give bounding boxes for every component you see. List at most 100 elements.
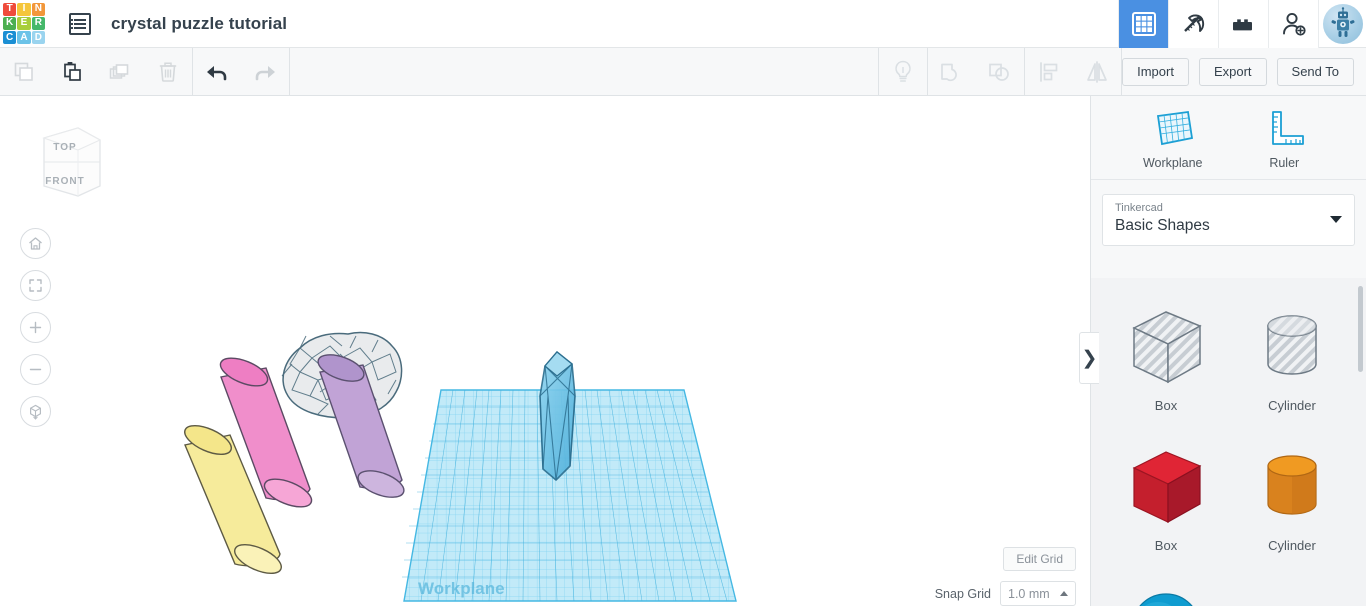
group-button[interactable] <box>928 48 976 96</box>
invite-user-button[interactable] <box>1268 0 1318 48</box>
workplane-label: Workplane <box>418 579 505 598</box>
shape-box-red-label: Box <box>1154 538 1178 553</box>
send-to-button[interactable]: Send To <box>1276 57 1354 86</box>
delete-button[interactable] <box>144 48 192 96</box>
caret-up-icon <box>1060 591 1068 596</box>
cylinder-hole-icon <box>1267 315 1317 375</box>
clipboard-tools <box>0 48 192 96</box>
redo-button[interactable] <box>241 48 289 96</box>
snap-grid-label: Snap Grid <box>934 586 991 601</box>
edit-grid-button[interactable]: Edit Grid <box>1003 547 1076 571</box>
logo-tile-k: K <box>3 16 17 31</box>
shape-box-hole-art <box>1111 296 1221 396</box>
history-tools <box>193 48 289 96</box>
list-icon <box>69 12 91 35</box>
box-hole-icon <box>1132 311 1202 384</box>
logo-tile-e: E <box>17 16 31 31</box>
snap-grid-value: 1.0 mm <box>1008 586 1050 601</box>
viewcube-front-label: FRONT <box>45 176 85 187</box>
design-canvas[interactable]: Workplane TOP FRONT Edit Grid Snap Grid … <box>0 96 1090 606</box>
projection-toggle-button[interactable] <box>20 396 51 427</box>
panel-scrollbar[interactable] <box>1358 286 1363 372</box>
workplane-tool-button[interactable]: Workplane <box>1130 106 1216 170</box>
shape-box-red[interactable]: Box <box>1107 430 1225 570</box>
shape-cylinder-orange-art <box>1237 436 1347 536</box>
ungroup-button[interactable] <box>976 48 1024 96</box>
dashboard-grid-icon <box>1131 11 1156 36</box>
shape-grid: Box Cylinder Box Cylinder <box>1091 278 1366 606</box>
zoom-out-button[interactable] <box>20 354 51 385</box>
export-button[interactable]: Export <box>1198 57 1267 86</box>
robot-avatar-icon <box>1331 6 1354 37</box>
ruler-tool-button[interactable]: Ruler <box>1241 106 1327 170</box>
import-button[interactable]: Import <box>1122 57 1189 86</box>
arrange-tools <box>1025 48 1121 96</box>
snap-grid-select[interactable]: 1.0 mm <box>1000 581 1076 606</box>
shape-scribble-art <box>1237 576 1347 606</box>
logo-tile-i: I <box>17 2 31 16</box>
page-title: crystal puzzle tutorial <box>111 13 288 33</box>
dashboard-grid-button[interactable] <box>1118 0 1168 48</box>
undo-icon <box>207 65 227 80</box>
fit-view-button[interactable] <box>20 270 51 301</box>
shape-box-hole[interactable]: Box <box>1107 290 1225 430</box>
shapes-panel: Workplane Ruler Tinkercad Basic Shapes B… <box>1090 96 1366 606</box>
panel-tools: Workplane Ruler <box>1091 96 1366 180</box>
toolbar-divider-2 <box>289 47 290 96</box>
hint-tools <box>879 48 927 96</box>
group-icon <box>941 63 958 81</box>
shape-scribble[interactable] <box>1233 570 1351 606</box>
home-view-icon <box>29 237 42 250</box>
invite-user-icon <box>1282 12 1306 36</box>
align-button[interactable] <box>1025 48 1073 96</box>
paste-button[interactable] <box>48 48 96 96</box>
codeblocks-button[interactable] <box>1168 0 1218 48</box>
home-view-button[interactable] <box>20 228 51 259</box>
robot-avatar <box>1322 3 1363 44</box>
blue-crystal <box>539 351 576 481</box>
mirror-button[interactable] <box>1073 48 1121 96</box>
blocks-button[interactable] <box>1218 0 1268 48</box>
logo-tile-a: A <box>17 31 31 45</box>
ungroup-icon <box>989 63 1009 81</box>
grid-controls: Edit Grid Snap Grid 1.0 mm <box>826 547 1076 606</box>
project-list-button[interactable] <box>65 9 95 39</box>
logo-tile-d: D <box>31 31 45 45</box>
copy-button[interactable] <box>0 48 48 96</box>
pickaxe-icon <box>1183 14 1204 32</box>
collection-owner: Tinkercad <box>1115 202 1163 214</box>
tinkercad-logo[interactable]: T I N K E R C A D <box>1 1 47 47</box>
avatar[interactable] <box>1318 0 1366 48</box>
hint-button[interactable] <box>879 48 927 96</box>
ruler-tool-label: Ruler <box>1269 155 1300 170</box>
delete-icon <box>159 61 177 82</box>
shape-sphere-blue[interactable] <box>1107 570 1225 606</box>
top-bar: T I N K E R C A D crystal puzzle tutoria… <box>0 0 1366 48</box>
viewcube[interactable]: TOP FRONT <box>22 114 108 206</box>
shape-box-red-art <box>1111 436 1221 536</box>
shape-cylinder-orange[interactable]: Cylinder <box>1233 430 1351 570</box>
edit-toolbar: Import Export Send To <box>0 47 1366 96</box>
shape-collection-select[interactable]: Tinkercad Basic Shapes <box>1102 194 1355 246</box>
logo-tile-n: N <box>31 2 45 16</box>
cylinder-orange-icon <box>1267 455 1317 515</box>
shape-cylinder-hole-art <box>1237 296 1347 396</box>
tinkercad-app: T I N K E R C A D crystal puzzle tutoria… <box>0 0 1366 606</box>
viewcube-top-label: TOP <box>53 142 77 153</box>
shape-cylinder-orange-label: Cylinder <box>1268 538 1316 553</box>
viewcube-icon <box>42 127 102 197</box>
shape-cylinder-hole[interactable]: Cylinder <box>1233 290 1351 430</box>
workplane-tool-label: Workplane <box>1142 155 1203 170</box>
logo-tile-t: T <box>3 2 17 16</box>
collection-name: Basic Shapes <box>1115 217 1210 234</box>
top-nav <box>1118 0 1366 48</box>
shape-cylinder-hole-label: Cylinder <box>1268 398 1316 413</box>
undo-button[interactable] <box>193 48 241 96</box>
zoom-in-button[interactable] <box>20 312 51 343</box>
lightbulb-icon <box>895 60 911 82</box>
scene-3d: Workplane <box>184 331 737 602</box>
group-tools <box>928 48 1024 96</box>
ruler-tool-icon <box>1272 110 1305 145</box>
duplicate-button[interactable] <box>96 48 144 96</box>
panel-collapse-button[interactable]: ❯ <box>1079 332 1099 384</box>
